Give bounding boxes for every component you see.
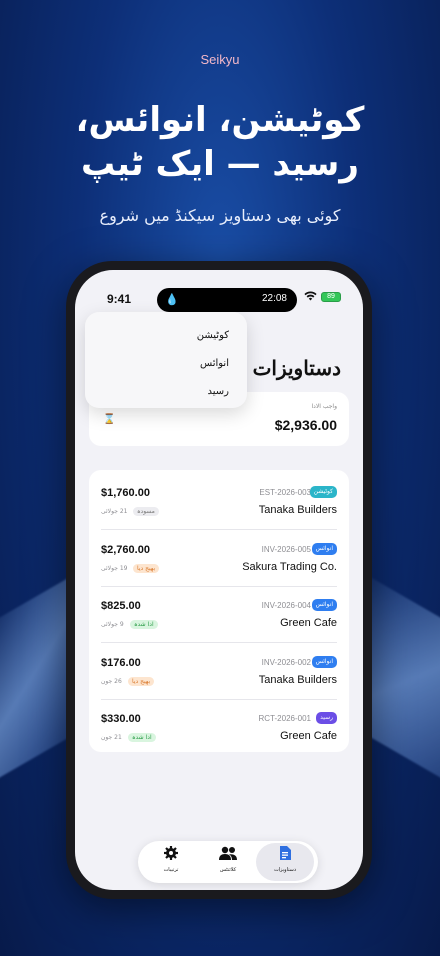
document-number: INV-2026-004 xyxy=(261,601,311,610)
client-name: Green Cafe xyxy=(280,617,337,629)
summary-label: واجب الادا xyxy=(311,403,338,410)
menu-item-receipt[interactable]: رسید xyxy=(85,378,229,406)
document-amount: $1,760.00 xyxy=(101,487,150,499)
client-name: Green Cafe xyxy=(280,730,337,742)
status-badge: ادا شدہ xyxy=(128,733,156,742)
settings-icon xyxy=(142,845,200,867)
tab-clients-label: کلائنٹس xyxy=(219,867,237,873)
tab-documents-label: دستاویزات xyxy=(273,867,297,873)
system-icons: 89 xyxy=(304,290,341,304)
document-type-badge: رسید xyxy=(316,712,337,724)
document-row[interactable]: $176.00 INV-2026-002 انوائس Tanaka Builders… xyxy=(101,644,337,700)
page-title: دستاویزات xyxy=(252,356,341,380)
subheadline: کوئی بھی دستاویز سیکنڈ میں شروع xyxy=(99,206,341,225)
battery-icon: 89 xyxy=(321,292,341,302)
tab-settings-label: ترتیبات xyxy=(163,867,179,873)
headline-line-2: رسید — ایک ٹیپ xyxy=(81,144,359,184)
tab-settings[interactable]: ترتیبات xyxy=(142,843,200,881)
headline-line-1: کوٹیشن، انوائس، xyxy=(75,100,365,140)
document-row[interactable]: $825.00 INV-2026-004 انوائس Green Cafe 9 جول… xyxy=(101,587,337,643)
phone-frame: 9:41 💧 22:08 89 کوٹیشن انوائس رسید دستاو… xyxy=(66,261,372,899)
client-name: Tanaka Builders xyxy=(258,504,337,516)
document-type-badge: انوائس xyxy=(311,542,337,555)
document-type-menu: کوٹیشن انوائس رسید xyxy=(85,312,247,408)
document-row[interactable]: $2,760.00 INV-2026-005 انوائس Sakura Tradin… xyxy=(101,531,337,587)
status-badge: بھیج دیا xyxy=(133,563,160,573)
phone-screen: 9:41 💧 22:08 89 کوٹیشن انوائس رسید دستاو… xyxy=(75,270,363,890)
document-number: INV-2026-002 xyxy=(261,657,311,667)
document-amount: $330.00 xyxy=(101,713,141,725)
document-date: 9 جولائی xyxy=(101,621,124,628)
dynamic-island: 💧 22:08 xyxy=(157,288,297,312)
document-date: 21 جولائی xyxy=(101,508,128,515)
status-badge: بھیج دیا xyxy=(128,676,155,686)
status-time: 9:41 xyxy=(107,292,132,306)
document-date: 21 جون xyxy=(101,734,122,741)
client-name: Tanaka Builders xyxy=(258,673,337,686)
document-number: EST-2026-003 xyxy=(259,488,311,497)
clients-icon xyxy=(199,845,257,867)
document-amount: $825.00 xyxy=(101,600,141,612)
island-time: 22:08 xyxy=(261,293,287,304)
status-badge: ادا شدہ xyxy=(130,620,158,629)
document-row[interactable]: $1,760.00 EST-2026-003 کوٹیشن Tanaka Builde… xyxy=(101,474,337,530)
tab-clients[interactable]: کلائنٹس xyxy=(199,843,257,881)
document-amount: $176.00 xyxy=(101,656,141,669)
document-type-badge: کوٹیشن xyxy=(309,486,337,498)
headline: کوٹیشن، انوائس، رسید — ایک ٹیپ xyxy=(0,98,440,186)
status-badge: مسودہ xyxy=(133,507,159,516)
menu-item-invoice[interactable]: انوائس xyxy=(85,350,229,378)
brand-name: Seikyu xyxy=(200,52,240,67)
document-list: $1,760.00 EST-2026-003 کوٹیشن Tanaka Builde… xyxy=(89,470,349,752)
wifi-icon xyxy=(304,290,317,304)
tab-documents[interactable]: دستاویزات xyxy=(256,843,314,881)
document-number: RCT-2026-001 xyxy=(258,714,311,723)
document-amount: $2,760.00 xyxy=(101,543,150,556)
document-date: 26 جون xyxy=(101,677,122,685)
client-name: Sakura Trading Co. xyxy=(242,560,337,573)
document-row[interactable]: $330.00 RCT-2026-001 رسید Green Cafe 21 جون ا… xyxy=(101,700,337,756)
document-number: INV-2026-005 xyxy=(261,544,311,554)
hourglass-icon: ⌛ xyxy=(103,414,116,425)
document-date: 19 جولائی xyxy=(101,564,128,572)
status-bar: 9:41 💧 22:08 89 xyxy=(75,284,363,312)
summary-value: $2,936.00 xyxy=(274,417,337,433)
menu-item-quotation[interactable]: کوٹیشن xyxy=(85,322,229,350)
documents-icon xyxy=(256,845,314,867)
drop-icon: 💧 xyxy=(165,293,179,306)
tab-bar: ترتیبات کلائنٹس دستاویزات xyxy=(138,841,318,883)
document-type-badge: انوائس xyxy=(311,599,337,611)
document-type-badge: انوائس xyxy=(311,655,337,668)
